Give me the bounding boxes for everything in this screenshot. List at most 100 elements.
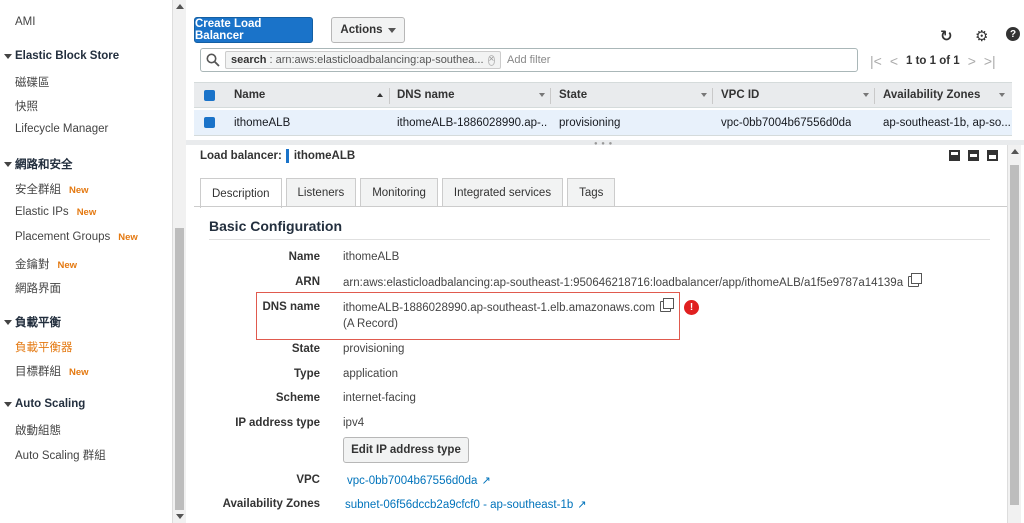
detail-tabs: Description Listeners Monitoring Integra…: [200, 178, 616, 208]
gear-icon[interactable]: ⚙: [975, 27, 988, 45]
tab-description[interactable]: Description: [200, 178, 282, 208]
table-row[interactable]: ithomeALB ithomeALB-1886028990.ap-... pr…: [194, 110, 1012, 136]
sidebar-item-lifecycle-manager[interactable]: Lifecycle Manager: [15, 123, 108, 135]
sidebar-section-ebs[interactable]: Elastic Block Store: [4, 50, 119, 62]
column-header-dns-name[interactable]: DNS name: [397, 83, 455, 107]
subnet-link[interactable]: subnet-06f56dccb2a9cfcf0 - ap-southeast-…: [345, 498, 586, 511]
availability-zones-label: Availability Zones: [222, 498, 320, 510]
last-page-icon[interactable]: >|: [984, 53, 996, 69]
scroll-up-icon[interactable]: [1011, 149, 1019, 154]
sidebar-item-label: Auto Scaling 群組: [15, 450, 106, 462]
sidebar-item-launch-configurations[interactable]: 啟動組態: [15, 422, 61, 438]
sidebar-section-label: Elastic Block Store: [15, 50, 120, 62]
sort-icon[interactable]: [539, 93, 545, 97]
column-header-vpc-id[interactable]: VPC ID: [721, 83, 759, 107]
tab-integrated-services[interactable]: Integrated services: [441, 178, 564, 207]
prev-page-icon[interactable]: <: [890, 53, 898, 69]
panel-bottom-icon[interactable]: [949, 150, 960, 161]
new-badge: New: [69, 367, 89, 378]
sidebar-item-key-pairs[interactable]: 金鑰對 New: [15, 256, 77, 272]
new-badge: New: [118, 232, 138, 243]
column-header-name[interactable]: Name: [234, 83, 265, 107]
scheme-value: internet-facing: [343, 392, 416, 404]
dns-name-label: DNS name: [262, 301, 320, 313]
panel-resize-handle[interactable]: ● ● ●: [186, 140, 1024, 147]
detail-title-name: ithomeALB: [293, 150, 356, 162]
scrollbar-thumb[interactable]: [1010, 165, 1019, 505]
main-content: Create Load Balancer Actions ↻ ⚙ ? searc…: [186, 0, 1024, 523]
content-scrollbar[interactable]: [1007, 145, 1021, 523]
copy-icon[interactable]: [908, 273, 923, 287]
detail-title: Load balancer: ithomeALB: [200, 149, 355, 163]
type-label: Type: [294, 368, 320, 380]
scroll-down-icon[interactable]: [176, 514, 184, 519]
dns-name-text: ithomeALB-1886028990.ap-southeast-1.elb.…: [343, 302, 655, 314]
sidebar-item-network-interfaces[interactable]: 網路界面: [15, 280, 61, 296]
chevron-down-icon: [387, 27, 396, 33]
tab-tags[interactable]: Tags: [567, 178, 616, 207]
sidebar-item-volumes[interactable]: 磁碟區: [15, 74, 50, 90]
sidebar-item-placement-groups[interactable]: Placement Groups New: [15, 231, 138, 243]
scroll-up-icon[interactable]: [176, 4, 184, 9]
alert-icon: !: [684, 300, 699, 315]
filter-token[interactable]: search: arn:aws:elasticloadbalancing:ap-…: [225, 51, 501, 69]
collapse-icon: [4, 319, 12, 325]
row-checkbox[interactable]: [204, 110, 215, 135]
cell-name: ithomeALB: [234, 116, 291, 129]
tab-listeners[interactable]: Listeners: [285, 178, 357, 207]
actions-button[interactable]: Actions: [331, 17, 405, 43]
sort-icon[interactable]: [701, 93, 707, 97]
copy-icon[interactable]: [659, 298, 674, 312]
help-icon[interactable]: ?: [1006, 27, 1020, 41]
filter-token-value: : arn:aws:elasticloadbalancing:ap-southe…: [269, 54, 484, 66]
name-label: Name: [288, 251, 320, 263]
sort-ascending-icon[interactable]: [377, 93, 383, 97]
vpc-link-text: vpc-0bb7004b67556d0da: [347, 475, 478, 487]
next-page-icon[interactable]: >: [968, 53, 976, 69]
sidebar-item-load-balancers[interactable]: 負載平衡器: [15, 339, 73, 355]
select-all-checkbox[interactable]: [204, 83, 215, 107]
sidebar-item-elastic-ips[interactable]: Elastic IPs New: [15, 206, 96, 218]
scrollbar-thumb[interactable]: [175, 228, 184, 510]
remove-filter-icon[interactable]: ×: [487, 54, 496, 66]
column-divider: [389, 88, 390, 104]
table-header: Name DNS name State VPC ID Availability …: [194, 82, 1012, 108]
sidebar: AMI Elastic Block Store 磁碟區 快照 Lifecycle…: [0, 0, 172, 523]
sidebar-item-label: AMI: [15, 16, 36, 28]
filter-bar[interactable]: search: arn:aws:elasticloadbalancing:ap-…: [200, 48, 858, 72]
create-load-balancer-button[interactable]: Create Load Balancer: [194, 17, 313, 43]
sidebar-item-security-groups[interactable]: 安全群組 New: [15, 181, 89, 197]
sidebar-section-load-balancing[interactable]: 負載平衡: [4, 314, 61, 330]
cell-dns-name: ithomeALB-1886028990.ap-...: [397, 116, 547, 129]
sort-icon[interactable]: [863, 93, 869, 97]
search-icon: [201, 49, 225, 71]
panel-top-icon[interactable]: [987, 150, 998, 161]
sidebar-item-snapshots[interactable]: 快照: [15, 98, 38, 114]
name-value: ithomeALB: [343, 251, 400, 263]
sidebar-item-auto-scaling-groups[interactable]: Auto Scaling 群組: [15, 447, 106, 463]
edit-ip-address-type-button[interactable]: Edit IP address type: [343, 437, 469, 463]
sidebar-item-label: Elastic IPs: [15, 206, 69, 218]
arn-label: ARN: [295, 276, 320, 288]
panel-split-icon[interactable]: [968, 150, 979, 161]
sidebar-scrollbar[interactable]: [172, 0, 186, 523]
vpc-link[interactable]: vpc-0bb7004b67556d0da ↗: [347, 474, 491, 487]
first-page-icon[interactable]: |<: [870, 53, 882, 69]
column-header-state[interactable]: State: [559, 83, 587, 107]
tab-monitoring[interactable]: Monitoring: [360, 178, 438, 207]
sort-icon[interactable]: [999, 93, 1005, 97]
sidebar-section-auto-scaling[interactable]: Auto Scaling: [4, 398, 85, 410]
filter-token-key: search: [231, 54, 267, 66]
refresh-icon[interactable]: ↻: [940, 27, 953, 45]
add-filter-input[interactable]: Add filter: [507, 54, 550, 66]
arn-text: arn:aws:elasticloadbalancing:ap-southeas…: [343, 277, 904, 289]
sidebar-item-target-groups[interactable]: 目標群組 New: [15, 363, 89, 379]
column-header-availability-zones[interactable]: Availability Zones: [883, 83, 980, 107]
sidebar-item-ami[interactable]: AMI: [15, 16, 35, 28]
sidebar-section-network-security[interactable]: 網路和安全: [4, 156, 73, 172]
external-link-icon: ↗: [577, 499, 587, 511]
type-value: application: [343, 368, 398, 380]
sidebar-item-label: 目標群組: [15, 366, 61, 378]
grip-icon: ● ● ●: [594, 141, 614, 147]
ip-address-type-label: IP address type: [235, 417, 320, 429]
